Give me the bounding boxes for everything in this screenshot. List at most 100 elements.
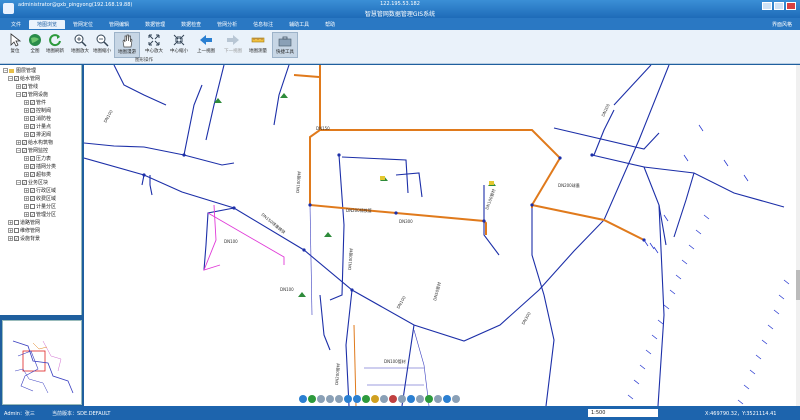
tree-item[interactable]: + ✓ 收费区域 bbox=[24, 196, 56, 203]
tree-item[interactable]: + ✓ 压力表 bbox=[24, 156, 51, 163]
menu-data-check[interactable]: 数据检查 bbox=[173, 20, 209, 29]
select-tool-icon[interactable] bbox=[380, 394, 388, 403]
minimize-button[interactable] bbox=[762, 2, 772, 10]
layer-checkbox[interactable]: ✓ bbox=[22, 180, 27, 185]
map-canvas[interactable]: DN100 DN100管材 DN200铸铁管 DN150 DN300 DN100… bbox=[84, 65, 800, 406]
tree-item[interactable]: + ✓ 消防栓 bbox=[24, 116, 51, 123]
map-refresh-button[interactable]: 地图刷新 bbox=[42, 32, 68, 58]
center-zoom-in-button[interactable]: 中心放大 bbox=[141, 32, 167, 58]
label-tool-icon[interactable] bbox=[425, 394, 433, 403]
export-tool-icon[interactable] bbox=[443, 394, 451, 403]
tree-item[interactable]: + ✓ 管理分区 bbox=[24, 212, 56, 219]
collapse-toggle-icon[interactable]: − bbox=[16, 148, 21, 153]
center-zoom-out-button[interactable]: 中心缩小 bbox=[166, 32, 192, 58]
tree-item[interactable]: + ✓ 超标类 bbox=[24, 172, 51, 179]
collapse-toggle-icon[interactable]: − bbox=[16, 92, 21, 97]
layer-checkbox[interactable] bbox=[14, 220, 19, 225]
expand-toggle-icon[interactable]: + bbox=[24, 172, 29, 177]
layer-checkbox[interactable]: ✓ bbox=[22, 84, 27, 89]
measure-tool-icon[interactable] bbox=[371, 394, 379, 403]
hand-tool-icon[interactable] bbox=[335, 394, 343, 403]
layer-checkbox[interactable]: ✓ bbox=[22, 140, 27, 145]
menu-annotation[interactable]: 信息标注 bbox=[245, 20, 281, 29]
layer-checkbox[interactable]: ✓ bbox=[14, 236, 19, 241]
layer-checkbox[interactable]: ✓ bbox=[30, 172, 35, 177]
overview-map[interactable] bbox=[2, 320, 82, 405]
layer-checkbox[interactable]: ✓ bbox=[30, 212, 35, 217]
expand-toggle-icon[interactable]: + bbox=[16, 140, 21, 145]
tree-item[interactable]: + 计量分区 bbox=[24, 204, 56, 211]
expand-toggle-icon[interactable]: + bbox=[24, 212, 29, 217]
collapse-toggle-icon[interactable]: − bbox=[16, 180, 21, 185]
map-vertical-scrollbar[interactable] bbox=[796, 65, 800, 406]
menu-pipe-edit[interactable]: 管网编辑 bbox=[101, 20, 137, 29]
theme-menu[interactable]: 界面风格 bbox=[772, 21, 792, 28]
tree-item[interactable]: + ✓ 行政区域 bbox=[24, 188, 56, 195]
layer-checkbox[interactable] bbox=[30, 204, 35, 209]
tree-item[interactable]: + ✓ 管件 bbox=[24, 100, 46, 107]
next-view-button[interactable]: 下一视图 bbox=[220, 32, 246, 58]
tree-item[interactable]: + ✓ 控制阀 bbox=[24, 108, 51, 115]
layer-checkbox[interactable]: ✓ bbox=[30, 156, 35, 161]
collapse-toggle-icon[interactable]: − bbox=[3, 68, 8, 73]
menu-data-manage[interactable]: 数据管理 bbox=[137, 20, 173, 29]
tree-item[interactable]: + ✓ 排泥阀 bbox=[24, 132, 51, 139]
forward-tool-icon[interactable] bbox=[353, 394, 361, 403]
tree-item[interactable]: − 图层管理 bbox=[3, 68, 36, 75]
close-button[interactable] bbox=[786, 2, 796, 10]
tree-item[interactable]: + 道路管网 bbox=[8, 220, 40, 227]
tree-item[interactable]: + ✓ 设施背景 bbox=[8, 236, 40, 243]
expand-toggle-icon[interactable]: + bbox=[24, 108, 29, 113]
layer-checkbox[interactable] bbox=[14, 228, 19, 233]
expand-toggle-icon[interactable]: + bbox=[8, 228, 13, 233]
tree-item[interactable]: − ✓ 业务区块 bbox=[16, 180, 48, 187]
tree-item[interactable]: + ✓ 给水构筑物 bbox=[16, 140, 53, 147]
expand-toggle-icon[interactable]: + bbox=[24, 156, 29, 161]
measure-button[interactable]: 地图测量 bbox=[245, 32, 271, 58]
menu-map-browse[interactable]: 地图浏览 bbox=[29, 19, 66, 29]
back-tool-icon[interactable] bbox=[344, 394, 352, 403]
zoom-out-button[interactable]: 地图缩小 bbox=[89, 32, 115, 58]
tree-item[interactable]: + ✓ 插网分类 bbox=[24, 164, 56, 171]
globe-tool-icon[interactable] bbox=[299, 394, 307, 403]
layer-checkbox[interactable]: ✓ bbox=[30, 132, 35, 137]
menu-tools[interactable]: 辅助工具 bbox=[281, 20, 317, 29]
expand-toggle-icon[interactable]: + bbox=[16, 84, 21, 89]
layer-checkbox[interactable]: ✓ bbox=[30, 188, 35, 193]
layer-checkbox[interactable]: ✓ bbox=[22, 148, 27, 153]
menu-pipe-analysis[interactable]: 管网分析 bbox=[209, 20, 245, 29]
settings-tool-icon[interactable] bbox=[452, 394, 460, 403]
layer-checkbox[interactable]: ✓ bbox=[30, 116, 35, 121]
tree-item[interactable]: + ✓ 管线 bbox=[16, 84, 38, 91]
tree-item[interactable]: + 维修管网 bbox=[8, 228, 40, 235]
menu-pipe-locate[interactable]: 管网定位 bbox=[65, 20, 101, 29]
expand-toggle-icon[interactable]: + bbox=[24, 188, 29, 193]
expand-toggle-icon[interactable]: + bbox=[24, 116, 29, 121]
identify-tool-icon[interactable] bbox=[407, 394, 415, 403]
expand-toggle-icon[interactable]: + bbox=[24, 196, 29, 201]
print-tool-icon[interactable] bbox=[398, 394, 406, 403]
tree-item[interactable]: + ✓ 计量点 bbox=[24, 124, 51, 131]
quick-tools-button[interactable]: 快捷工具 bbox=[272, 32, 298, 58]
pan-button[interactable]: 地图漫游 bbox=[114, 32, 140, 58]
refresh-tool-icon[interactable] bbox=[308, 394, 316, 403]
layer-checkbox[interactable]: ✓ bbox=[14, 76, 19, 81]
zoom-in-tool-icon[interactable] bbox=[317, 394, 325, 403]
buffer-tool-icon[interactable] bbox=[434, 394, 442, 403]
expand-toggle-icon[interactable]: + bbox=[24, 132, 29, 137]
zoom-out-tool-icon[interactable] bbox=[326, 394, 334, 403]
expand-toggle-icon[interactable]: + bbox=[8, 220, 13, 225]
layer-checkbox[interactable]: ✓ bbox=[30, 164, 35, 169]
tree-item[interactable]: − ✓ 管网监控 bbox=[16, 148, 48, 155]
tree-item[interactable]: − ✓ 给水管网 bbox=[8, 76, 40, 83]
menu-help[interactable]: 帮助 bbox=[317, 20, 343, 29]
collapse-toggle-icon[interactable]: − bbox=[8, 76, 13, 81]
maximize-button[interactable] bbox=[774, 2, 784, 10]
layer-tool-icon[interactable] bbox=[362, 394, 370, 403]
expand-toggle-icon[interactable]: + bbox=[24, 100, 29, 105]
layer-checkbox[interactable]: ✓ bbox=[30, 196, 35, 201]
tree-item[interactable]: − ✓ 管网设施 bbox=[16, 92, 48, 99]
expand-toggle-icon[interactable]: + bbox=[24, 164, 29, 169]
expand-toggle-icon[interactable]: + bbox=[24, 124, 29, 129]
layer-checkbox[interactable]: ✓ bbox=[30, 108, 35, 113]
